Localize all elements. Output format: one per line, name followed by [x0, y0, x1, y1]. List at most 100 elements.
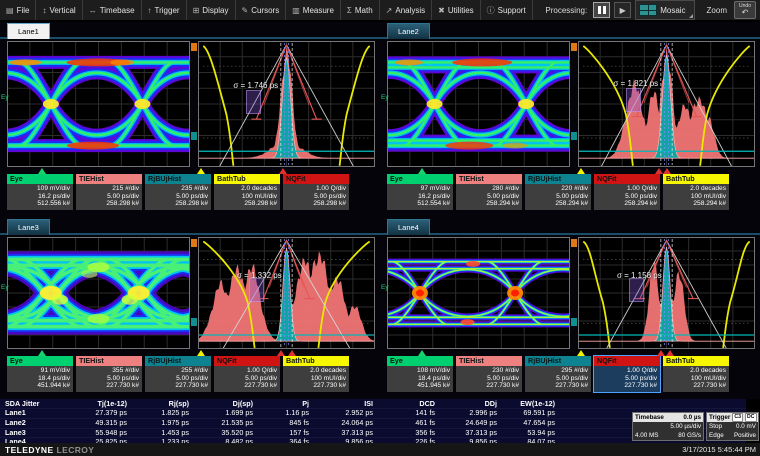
- menu-item-utilities[interactable]: ✖Utilities: [432, 0, 480, 20]
- menu-item-label: Display: [202, 6, 228, 15]
- descriptor-value: 100 mUI/div: [286, 375, 346, 383]
- menu-item-measure[interactable]: ▥Measure: [286, 0, 341, 20]
- menu-item-label: Math: [355, 6, 373, 15]
- jitter-value: 2.952 ps: [314, 409, 378, 418]
- nqfit-marker-triangle: [663, 168, 671, 174]
- eye-diagram-plot[interactable]: [7, 41, 190, 167]
- descriptor-eye[interactable]: Eye97 mV/div16.2 ps/div512.554 k#: [387, 174, 453, 210]
- menu-item-cursors[interactable]: ✎Cursors: [236, 0, 287, 20]
- lane-tab-lane1[interactable]: Lane1: [7, 23, 50, 39]
- jitter-value: 24.064 ps: [314, 419, 378, 428]
- menu-item-analysis[interactable]: ↗Analysis: [380, 0, 433, 20]
- descriptor-tiehist[interactable]: TIEHist280 #/div5.00 ps/div258.294 k#: [456, 174, 522, 210]
- lane-tab-lane4[interactable]: Lane4: [387, 219, 430, 235]
- timebase-box[interactable]: Timebase0.0 µs 5.00 µs/div 4.00 MS80 GS/…: [632, 412, 704, 441]
- menu-item-vertical[interactable]: ↕Vertical: [36, 0, 82, 20]
- menu-item-label: Timebase: [100, 6, 135, 15]
- menu-item-label: Vertical: [49, 6, 75, 15]
- descriptor-value: 5.00 ps/div: [528, 193, 588, 201]
- lane-tab-lane2[interactable]: Lane2: [387, 23, 430, 39]
- footer-bar: TELEDYNELECROY 3/17/2015 5:45:44 PM: [0, 443, 760, 456]
- timebase-label: Timebase: [635, 413, 664, 422]
- descriptor-value: 5.00 ps/div: [286, 193, 346, 201]
- descriptor-title: Eye: [7, 174, 73, 184]
- undo-button[interactable]: Undo↶: [734, 1, 756, 19]
- trigger-level: 0.0 mV: [736, 422, 756, 431]
- descriptor-nqfit[interactable]: NQFit1.00 Q/div5.00 ps/div227.730 k#: [214, 356, 280, 392]
- nqfit-bathtub-plot[interactable]: [578, 41, 755, 167]
- descriptor-value: 227.730 k#: [459, 382, 519, 390]
- descriptor-rjbujhist[interactable]: RjBUjHist255 #/div5.00 ps/div227.730 k#: [145, 356, 211, 392]
- descriptor-rjbujhist[interactable]: RjBUjHist295 #/div5.00 ps/div227.730 k#: [525, 356, 591, 392]
- lane-tab-lane3[interactable]: Lane3: [7, 219, 50, 235]
- sigma-annotation: σ = 1.746 ps: [233, 81, 278, 90]
- menu-item-label: Measure: [303, 6, 334, 15]
- nqfit-bathtub-plot[interactable]: [198, 237, 375, 349]
- descriptor-eye[interactable]: Eye108 mV/div18.4 ps/div451.945 k#: [387, 356, 453, 392]
- descriptor-title: TIEHist: [76, 356, 142, 366]
- descriptor-rjbujhist[interactable]: RjBUjHist235 #/div5.00 ps/div258.298 k#: [145, 174, 211, 210]
- descriptor-value: 5.00 ps/div: [148, 193, 208, 201]
- descriptor-nqfit[interactable]: NQFit1.00 Q/div5.00 ps/div258.294 k#: [594, 174, 660, 210]
- trigger-mode: Stop: [709, 422, 722, 431]
- nqfit-marker-triangle: [288, 350, 296, 356]
- eye-trace-label: Ey: [381, 94, 389, 101]
- pause-button[interactable]: [593, 2, 610, 18]
- descriptor-bathtub[interactable]: BathTub2.0 decades100 mUI/div258.298 k#: [214, 174, 280, 210]
- descriptor-title: BathTub: [663, 356, 729, 366]
- descriptor-value: 5.00 ps/div: [597, 375, 657, 383]
- jitter-col-header: EW(1e-12): [502, 399, 560, 408]
- menu-item-trigger[interactable]: ↑Trigger: [142, 0, 187, 20]
- descriptor-tiehist[interactable]: TIEHist215 #/div5.00 ps/div258.298 k#: [76, 174, 142, 210]
- descriptor-value: 5.00 ps/div: [459, 375, 519, 383]
- bathtub-trace-marker: [191, 239, 197, 247]
- descriptor-nqfit[interactable]: NQFit1.00 Q/div5.00 ps/div258.298 k#: [283, 174, 349, 210]
- descriptor-bathtub[interactable]: BathTub2.0 decades100 mUI/div258.294 k#: [663, 174, 729, 210]
- lane-tab-row: [380, 22, 760, 39]
- descriptor-value: 295 #/div: [528, 367, 588, 375]
- eye-diagram-plot[interactable]: [387, 41, 570, 167]
- oscilloscope-screen: ▤File↕Vertical↔Timebase↑Trigger⊞Display✎…: [0, 0, 760, 456]
- menu-item-timebase[interactable]: ↔Timebase: [83, 0, 142, 20]
- descriptor-tiehist[interactable]: TIEHist230 #/div5.00 ps/div227.730 k#: [456, 356, 522, 392]
- eye-diagram-plot[interactable]: [387, 237, 570, 349]
- menu-item-support[interactable]: ⓘSupport: [481, 0, 533, 20]
- descriptor-value: 100 mUI/div: [666, 193, 726, 201]
- sigma-annotation: σ = 1.158 ps: [617, 271, 662, 280]
- jitter-value: 47.654 ps: [502, 419, 560, 428]
- descriptor-value: 97 mV/div: [390, 185, 450, 193]
- descriptor-value: 227.730 k#: [666, 382, 726, 390]
- descriptor-eye[interactable]: Eye91 mV/div18.4 ps/div451.944 k#: [7, 356, 73, 392]
- descriptor-bathtub[interactable]: BathTub2.0 decades100 mUI/div227.730 k#: [283, 356, 349, 392]
- menu-item-label: Analysis: [395, 6, 425, 15]
- descriptor-rjbujhist[interactable]: RjBUjHist220 #/div5.00 ps/div258.294 k#: [525, 174, 591, 210]
- menu-item-label: Cursors: [251, 6, 279, 15]
- menu-item-display[interactable]: ⊞Display: [187, 0, 236, 20]
- nqfit-bathtub-plot[interactable]: [198, 41, 375, 167]
- menubar: ▤File↕Vertical↔Timebase↑Trigger⊞Display✎…: [0, 0, 760, 22]
- lane-quadrant-lane2: Lane2σ = 1.821 psEyEye97 mV/div16.2 ps/d…: [380, 22, 760, 218]
- jitter-value: 49.315 ps: [66, 419, 132, 428]
- jitter-value: 1.16 ps: [258, 409, 314, 418]
- zoom-button[interactable]: Zoom: [707, 6, 727, 15]
- nqfit-bathtub-plot[interactable]: [578, 237, 755, 349]
- trigger-box[interactable]: TriggerC3DC Stop0.0 mV EdgePositive: [706, 412, 759, 441]
- eye-diagram-plot[interactable]: [7, 237, 190, 349]
- sigma-highlight-box: [249, 278, 264, 302]
- descriptor-title: TIEHist: [76, 174, 142, 184]
- menu-item-file[interactable]: ▤File: [0, 0, 36, 20]
- descriptor-nqfit[interactable]: NQFit1.00 Q/div5.00 ps/div227.730 k#: [594, 356, 660, 392]
- descriptor-value: 16.2 ps/div: [10, 193, 70, 201]
- math-icon: Σ: [347, 6, 352, 15]
- play-button[interactable]: ▶: [614, 2, 631, 18]
- jitter-row-name: Lane1: [0, 409, 66, 418]
- descriptor-tiehist[interactable]: TIEHist355 #/div5.00 ps/div227.730 k#: [76, 356, 142, 392]
- lane-tab-row: [380, 218, 760, 235]
- mosaic-select[interactable]: Mosaic: [635, 0, 694, 20]
- descriptor-eye[interactable]: Eye109 mV/div16.2 ps/div512.556 k#: [7, 174, 73, 210]
- descriptor-bathtub[interactable]: BathTub2.0 decades100 mUI/div227.730 k#: [663, 356, 729, 392]
- eye-trace-label: Ey: [1, 284, 9, 291]
- jitter-value: 1.699 ps: [194, 409, 258, 418]
- menu-item-math[interactable]: ΣMath: [341, 0, 380, 20]
- descriptor-value: 1.00 Q/div: [597, 367, 657, 375]
